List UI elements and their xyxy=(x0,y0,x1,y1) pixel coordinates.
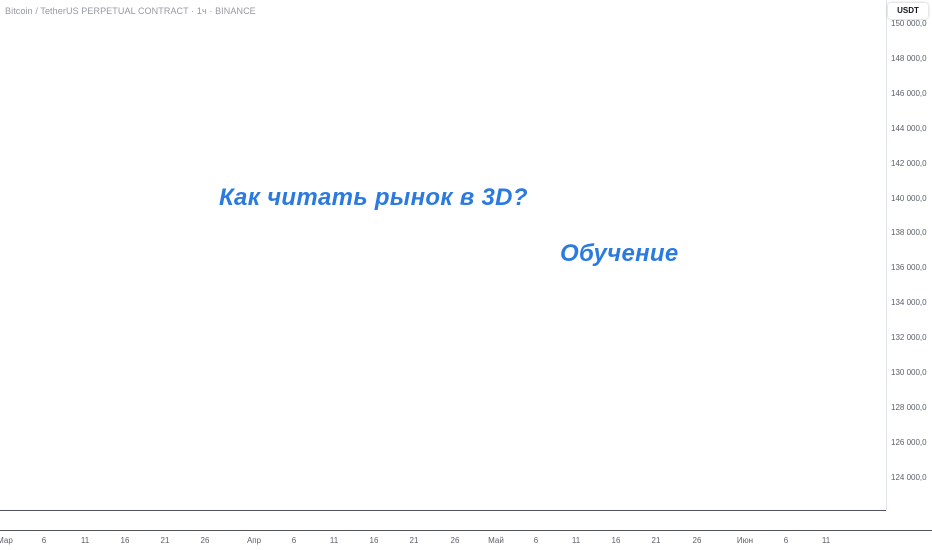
annotation-headline[interactable]: Как читать рынок в 3D? xyxy=(219,184,528,212)
time-axis-label: Июн xyxy=(736,536,754,545)
time-axis-label: 26 xyxy=(200,536,210,545)
time-axis-label: 16 xyxy=(611,536,621,545)
price-axis-label: 134 000,0 xyxy=(891,298,927,308)
price-axis-label: 138 000,0 xyxy=(891,228,927,238)
time-axis-label: 11 xyxy=(80,536,90,545)
time-axis-label: 26 xyxy=(450,536,460,545)
price-axis-label: 126 000,0 xyxy=(891,437,927,447)
time-axis-label: 16 xyxy=(120,536,130,545)
price-axis-label: 142 000,0 xyxy=(891,158,927,168)
time-axis-label: Апр xyxy=(246,536,262,545)
time-axis-label: 11 xyxy=(821,536,831,545)
time-axis-label: 21 xyxy=(651,536,661,545)
symbol-title: Bitcoin / TetherUS PERPETUAL CONTRACT · … xyxy=(5,6,256,16)
price-axis-label: 132 000,0 xyxy=(891,333,927,343)
price-axis-divider xyxy=(886,0,887,510)
time-axis-label: 11 xyxy=(329,536,339,545)
price-axis-label: 136 000,0 xyxy=(891,263,927,273)
price-axis-label: 128 000,0 xyxy=(891,402,927,412)
time-axis-label: 6 xyxy=(41,536,47,545)
time-axis-label: 21 xyxy=(160,536,170,545)
price-axis-label: 146 000,0 xyxy=(891,88,927,98)
time-axis-right-border xyxy=(886,530,932,531)
time-axis-label: 11 xyxy=(571,536,581,545)
price-axis-label: 148 000,0 xyxy=(891,53,927,63)
currency-badge[interactable]: USDT xyxy=(888,3,928,19)
time-axis-label: Май xyxy=(488,536,504,545)
chart-canvas[interactable]: Bitcoin / TetherUS PERPETUAL CONTRACT · … xyxy=(0,0,932,550)
price-axis-label: 144 000,0 xyxy=(891,123,927,133)
time-axis-top-border xyxy=(0,510,886,511)
time-axis-label: Мар xyxy=(0,536,13,545)
time-axis-label: 6 xyxy=(783,536,789,545)
annotation-subheadline[interactable]: Обучение xyxy=(560,240,679,268)
price-axis-label: 150 000,0 xyxy=(891,19,927,28)
time-axis-label: 21 xyxy=(409,536,419,545)
time-axis-bottom-border xyxy=(0,530,886,531)
time-axis-label: 16 xyxy=(369,536,379,545)
price-axis-label: 124 000,0 xyxy=(891,472,927,482)
time-axis-label: 6 xyxy=(291,536,297,545)
time-axis-label: 6 xyxy=(533,536,539,545)
price-axis-label: 130 000,0 xyxy=(891,368,927,377)
price-axis-label: 140 000,0 xyxy=(891,193,927,203)
time-axis-label: 26 xyxy=(692,536,702,545)
